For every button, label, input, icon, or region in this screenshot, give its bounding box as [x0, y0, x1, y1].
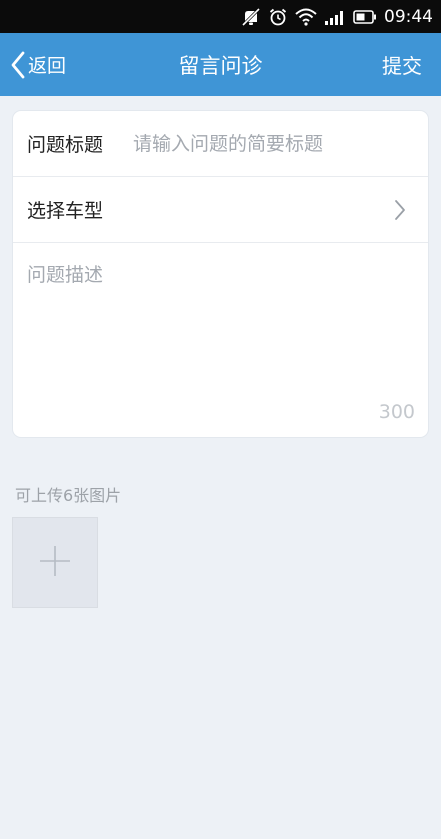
char-count: 300: [378, 401, 415, 423]
chevron-right-icon: [394, 199, 406, 221]
mute-icon: [241, 7, 261, 27]
description-input[interactable]: [27, 260, 415, 400]
title-label: 问题标题: [27, 134, 104, 156]
back-button[interactable]: 返回: [10, 33, 66, 96]
select-car-model-row[interactable]: 选择车型: [13, 177, 428, 243]
app-header: 返回 留言问诊 提交: [0, 33, 441, 96]
status-time: 09:44: [384, 6, 433, 27]
signal-icon: [324, 9, 346, 25]
title-row: 问题标题: [13, 111, 428, 177]
plus-icon: [38, 544, 72, 582]
title-input[interactable]: [133, 132, 413, 155]
alarm-icon: [268, 7, 288, 27]
back-label: 返回: [28, 55, 67, 77]
chevron-left-icon: [10, 51, 26, 79]
upload-hint: 可上传6张图片: [15, 486, 122, 505]
battery-icon: [353, 9, 377, 24]
submit-button[interactable]: 提交: [382, 33, 422, 96]
description-area: 300: [13, 244, 428, 437]
wifi-icon: [295, 8, 317, 26]
status-bar: 09:44: [0, 0, 441, 33]
car-model-label: 选择车型: [27, 200, 104, 222]
add-photo-button[interactable]: [12, 517, 98, 608]
question-form-card: 问题标题 选择车型 300: [12, 110, 429, 438]
page-title: 留言问诊: [178, 53, 263, 78]
